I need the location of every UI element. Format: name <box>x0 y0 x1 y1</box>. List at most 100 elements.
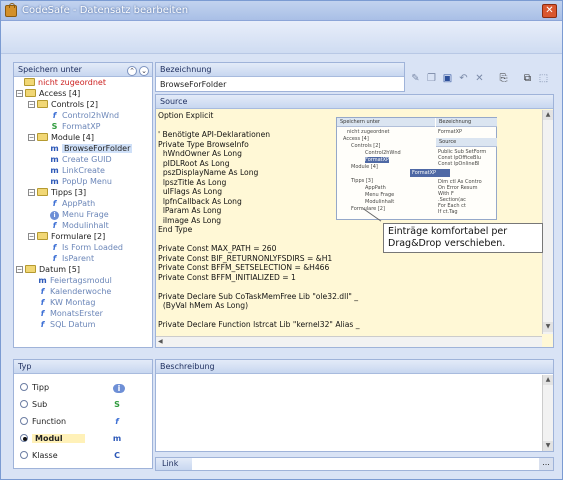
module-icon: m <box>38 276 47 285</box>
edit-icon[interactable]: ✎ <box>409 72 422 86</box>
tree-item[interactable]: − Module [4] <box>28 133 94 143</box>
drag-ghost: FormatXP <box>410 169 450 177</box>
tree-item[interactable]: f Control2hWnd <box>50 111 119 121</box>
tree-item[interactable]: i Menu Frage <box>50 210 109 220</box>
mini-code-line: If ct.Tag <box>438 209 458 215</box>
close-button[interactable]: ✕ <box>542 4 557 18</box>
window-title: CodeSafe - Datensatz bearbeiten <box>22 5 189 16</box>
radio-button[interactable] <box>20 383 28 391</box>
folder-icon <box>37 100 48 108</box>
module-icon: m <box>50 155 59 164</box>
folder-icon <box>24 78 35 86</box>
browse-button[interactable]: ... <box>539 458 553 470</box>
clipboard-icon[interactable]: ⎘ <box>497 72 510 86</box>
tree-item[interactable]: f Modulinhalt <box>50 221 109 231</box>
description-scrollbar[interactable]: ▲ ▼ <box>542 375 553 451</box>
tree-item[interactable]: m Feiertagsmodul <box>38 276 112 286</box>
tree-item[interactable]: f IsParent <box>50 254 94 264</box>
function-icon: f <box>40 309 45 318</box>
tree-item[interactable]: nicht zugeordnet <box>24 78 106 88</box>
tree-item[interactable]: − Datum [5] <box>16 265 80 275</box>
tree-item[interactable]: f Is Form Loaded <box>50 243 123 253</box>
tree-item[interactable]: f MonatsErster <box>38 309 103 319</box>
save-icon[interactable]: ▣ <box>441 72 454 86</box>
mini-tree-item: Access [4] <box>343 136 369 142</box>
radio-button[interactable] <box>20 451 28 459</box>
source-header: Source <box>156 95 553 109</box>
function-icon: f <box>52 243 57 252</box>
function-icon: f <box>40 298 45 307</box>
mini-tree-item: Tipps [3] <box>351 178 373 184</box>
collapse-icon[interactable]: − <box>16 266 23 273</box>
name-header: Bezeichnung <box>156 63 404 77</box>
description-panel: Beschreibung ▲ ▼ <box>155 359 554 452</box>
export-icon[interactable]: ⬚ <box>537 72 550 86</box>
scroll-down-icon[interactable]: ▼ <box>543 441 553 451</box>
category-tree[interactable]: nicht zugeordnet − Access [4] − Controls [… <box>14 77 152 347</box>
radio-button[interactable] <box>20 400 28 408</box>
function-icon: f <box>40 320 45 329</box>
padlock-icon <box>5 3 17 17</box>
mini-source-header: Source <box>436 138 497 147</box>
scroll-up-icon[interactable]: ▲ <box>543 110 553 120</box>
tree-item[interactable]: − Formulare [2] <box>28 232 105 242</box>
delete-icon[interactable]: ✕ <box>473 72 486 86</box>
scroll-down-icon[interactable]: ▼ <box>543 322 553 332</box>
title-bar: CodeSafe - Datensatz bearbeiten ✕ <box>1 1 562 21</box>
module-icon: m <box>112 434 122 443</box>
collapse-all-icon[interactable]: ⌃ <box>127 66 137 76</box>
toolbar: ✎ ❐ ▣ ↶ ✕ ⎘ ⧉ ⬚ <box>407 72 553 89</box>
collapse-icon[interactable]: − <box>16 90 23 97</box>
type-option-sub[interactable]: Sub S <box>20 399 150 411</box>
scroll-left-icon[interactable]: ◀ <box>158 337 163 347</box>
radio-button-selected[interactable] <box>20 434 28 442</box>
collapse-icon[interactable]: − <box>28 233 35 240</box>
tree-item[interactable]: f KW Montag <box>38 298 96 308</box>
name-field[interactable]: BrowseForFolder <box>156 77 404 92</box>
tree-item[interactable]: m LinkCreate <box>50 166 105 176</box>
type-option-modul[interactable]: Modul m <box>20 433 150 445</box>
tree-item[interactable]: f Kalenderwoche <box>38 287 112 297</box>
function-icon: f <box>52 254 57 263</box>
name-panel: Bezeichnung BrowseForFolder <box>155 62 405 92</box>
mini-tree-item: nicht zugeordnet <box>347 129 390 135</box>
mini-tree-item: AppPath <box>365 185 386 191</box>
tree-item[interactable]: − Access [4] <box>16 89 80 99</box>
tree-item[interactable]: f SQL Datum <box>38 320 96 330</box>
copy-icon[interactable]: ❐ <box>425 72 438 86</box>
tree-item[interactable]: m PopUp Menu <box>50 177 112 187</box>
drag-drop-preview: Speichern unter Bezeichnung FormatXP Sou… <box>336 117 497 220</box>
collapse-icon[interactable]: − <box>28 134 35 141</box>
scroll-track[interactable] <box>543 385 553 441</box>
main-window: CodeSafe - Datensatz bearbeiten ✕ Speich… <box>0 0 563 480</box>
source-horizontal-scrollbar[interactable]: ◀ <box>156 336 542 347</box>
collapse-icon[interactable]: − <box>28 101 35 108</box>
expand-all-icon[interactable]: ⌄ <box>139 66 149 76</box>
folder-icon <box>25 89 36 97</box>
link-input[interactable] <box>194 459 534 469</box>
radio-button[interactable] <box>20 417 28 425</box>
tree-item[interactable]: S FormatXP <box>50 122 101 132</box>
source-vertical-scrollbar[interactable]: ▲ ▼ <box>542 110 553 334</box>
tree-item[interactable]: − Controls [2] <box>28 100 98 110</box>
scroll-up-icon[interactable]: ▲ <box>543 375 553 385</box>
undo-icon[interactable]: ↶ <box>457 72 470 86</box>
function-icon: f <box>40 287 45 296</box>
scroll-track[interactable] <box>543 120 553 322</box>
type-option-tipp[interactable]: Tipp i <box>20 382 150 394</box>
folder-icon <box>37 188 48 196</box>
tree-item[interactable]: f AppPath <box>50 199 95 209</box>
tree-item-selected[interactable]: m BrowseForFolder <box>50 144 133 154</box>
type-option-klasse[interactable]: Klasse C <box>20 450 150 462</box>
type-option-function[interactable]: Function f <box>20 416 150 428</box>
class-icon: C <box>114 451 120 460</box>
mini-name-header: Bezeichnung <box>436 118 497 127</box>
new-window-icon[interactable]: ⧉ <box>521 72 534 86</box>
folder-icon <box>37 133 48 141</box>
tree-item[interactable]: − Tipps [3] <box>28 188 86 198</box>
tree-header-label: Speichern unter <box>18 65 82 74</box>
source-panel: Source Option Explicit ' Benötigte API-D… <box>155 94 554 348</box>
collapse-icon[interactable]: − <box>28 189 35 196</box>
tree-item[interactable]: m Create GUID <box>50 155 111 165</box>
description-field[interactable] <box>158 376 538 448</box>
